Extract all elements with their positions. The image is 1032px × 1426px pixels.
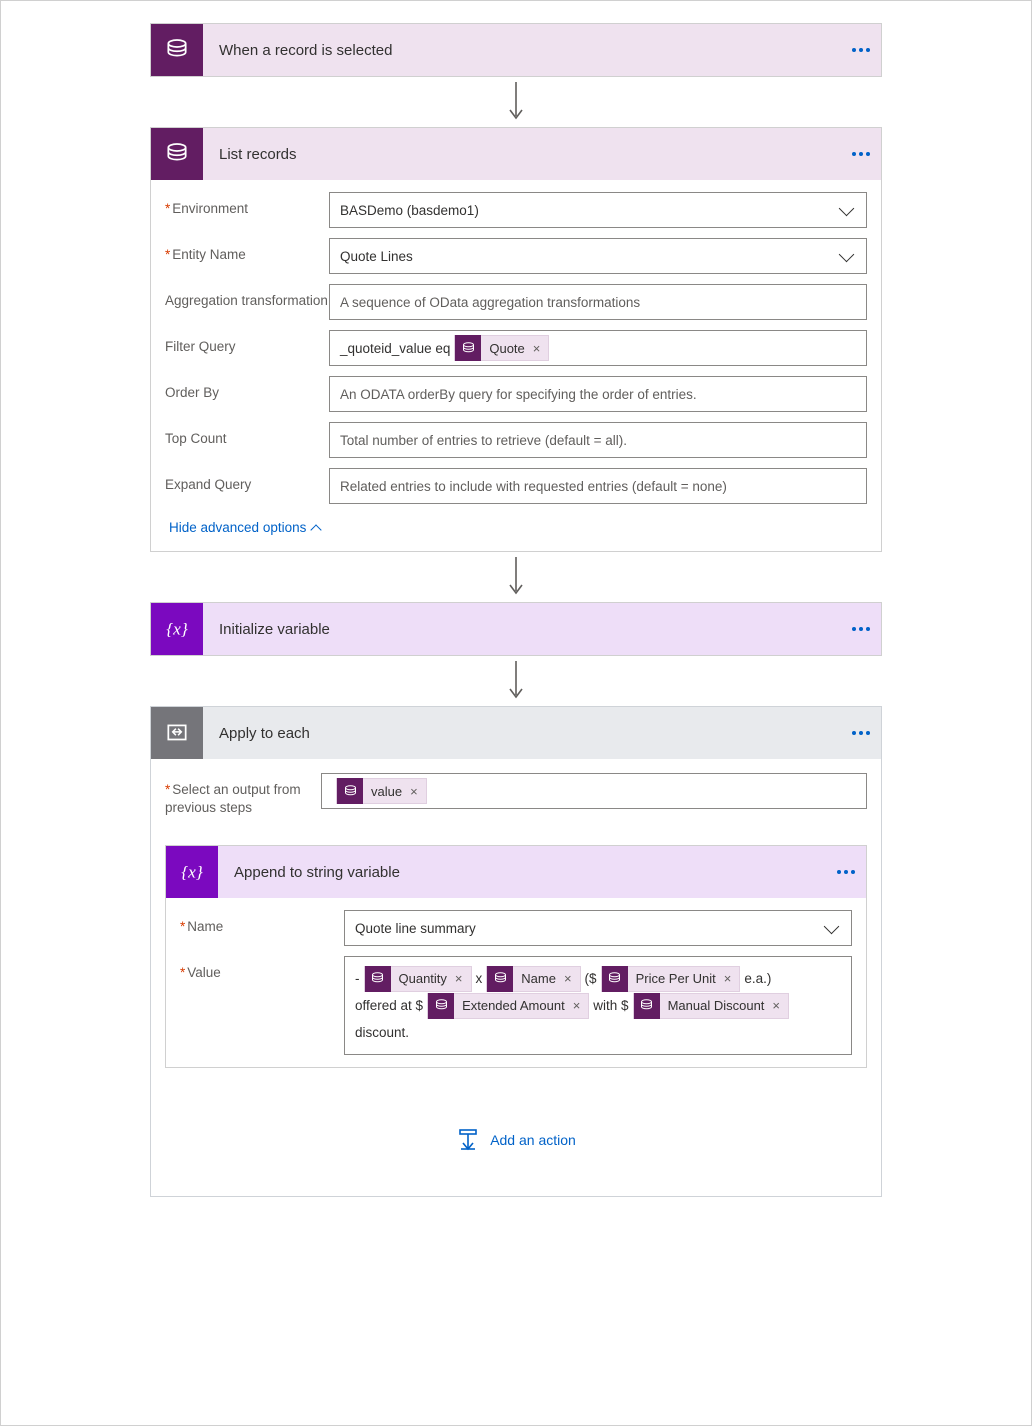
list-records-body: Environment BASDemo (basdemo1) Entity Na…	[151, 180, 881, 551]
add-action-button[interactable]: Add an action	[165, 1128, 867, 1152]
database-icon	[602, 966, 628, 992]
filter-query-input[interactable]: _quoteid_value eq Quote ×	[329, 330, 867, 366]
loop-icon	[151, 707, 203, 759]
environment-label: Environment	[165, 192, 329, 218]
extended-amount-token[interactable]: Extended Amount ×	[427, 993, 589, 1019]
initialize-variable-step[interactable]: Initialize variable	[150, 602, 882, 656]
append-string-menu[interactable]	[826, 870, 866, 874]
apply-to-each-menu[interactable]	[841, 731, 881, 735]
price-per-unit-token[interactable]: Price Per Unit ×	[601, 966, 741, 992]
entity-name-select[interactable]: Quote Lines	[329, 238, 867, 274]
list-records-header[interactable]: List records	[151, 128, 881, 180]
remove-token[interactable]: ×	[408, 784, 426, 799]
database-icon	[365, 966, 391, 992]
aggregation-label: Aggregation transformation	[165, 284, 329, 310]
database-icon	[337, 778, 363, 804]
variable-value-input[interactable]: - Quantity × x Name	[344, 956, 852, 1055]
connector-arrow	[506, 552, 526, 602]
manual-discount-token[interactable]: Manual Discount ×	[633, 993, 789, 1019]
database-icon	[634, 993, 660, 1019]
order-by-label: Order By	[165, 376, 329, 402]
remove-token[interactable]: ×	[453, 966, 471, 992]
trigger-menu[interactable]	[841, 48, 881, 52]
value-token[interactable]: value ×	[336, 778, 427, 804]
apply-to-each-header[interactable]: Apply to each	[151, 707, 881, 759]
variable-name-select[interactable]: Quote line summary	[344, 910, 852, 946]
aggregation-input[interactable]: A sequence of OData aggregation transfor…	[329, 284, 867, 320]
trigger-title: When a record is selected	[203, 42, 841, 59]
append-string-title: Append to string variable	[218, 864, 826, 881]
append-string-header[interactable]: Append to string variable	[166, 846, 866, 898]
initialize-variable-header[interactable]: Initialize variable	[151, 603, 881, 655]
filter-query-label: Filter Query	[165, 330, 329, 356]
remove-token[interactable]: ×	[722, 966, 740, 992]
connector-arrow	[506, 77, 526, 127]
apply-to-each-step: Apply to each Select an output from prev…	[150, 706, 882, 1197]
list-records-menu[interactable]	[841, 152, 881, 156]
database-icon	[455, 335, 481, 361]
filter-query-text: _quoteid_value eq	[340, 341, 450, 356]
name-token[interactable]: Name ×	[486, 966, 580, 992]
database-icon	[151, 24, 203, 76]
trigger-header[interactable]: When a record is selected	[151, 24, 881, 76]
remove-token[interactable]: ×	[562, 966, 580, 992]
variable-icon	[166, 846, 218, 898]
select-output-label: Select an output from previous steps	[165, 773, 321, 817]
environment-select[interactable]: BASDemo (basdemo1)	[329, 192, 867, 228]
append-string-body: Name Quote line summary Value - Quantity…	[166, 898, 866, 1067]
chevron-up-icon	[311, 524, 322, 535]
remove-token[interactable]: ×	[531, 341, 549, 356]
quote-token[interactable]: Quote ×	[454, 335, 549, 361]
append-string-step: Append to string variable Name Quote lin…	[165, 845, 867, 1068]
variable-name-label: Name	[180, 910, 344, 936]
entity-name-label: Entity Name	[165, 238, 329, 264]
connector-arrow	[506, 656, 526, 706]
database-icon	[428, 993, 454, 1019]
list-records-title: List records	[203, 146, 841, 163]
list-records-step: List records Environment BASDemo (basdem…	[150, 127, 882, 552]
apply-to-each-title: Apply to each	[203, 725, 841, 742]
remove-token[interactable]: ×	[571, 993, 589, 1019]
initialize-variable-menu[interactable]	[841, 627, 881, 631]
top-count-label: Top Count	[165, 422, 329, 448]
order-by-input[interactable]: An ODATA orderBy query for specifying th…	[329, 376, 867, 412]
apply-to-each-body: Select an output from previous steps val…	[151, 759, 881, 1196]
database-icon	[151, 128, 203, 180]
flow-container: When a record is selected List records E…	[1, 23, 1031, 1197]
flow-canvas: When a record is selected List records E…	[0, 0, 1032, 1426]
remove-token[interactable]: ×	[770, 993, 788, 1019]
database-icon	[487, 966, 513, 992]
trigger-step[interactable]: When a record is selected	[150, 23, 882, 77]
hide-advanced-link[interactable]: Hide advanced options	[165, 514, 324, 539]
quantity-token[interactable]: Quantity ×	[364, 966, 472, 992]
initialize-variable-title: Initialize variable	[203, 621, 841, 638]
expand-query-label: Expand Query	[165, 468, 329, 494]
variable-value-label: Value	[180, 956, 344, 982]
select-output-input[interactable]: value ×	[321, 773, 867, 809]
variable-icon	[151, 603, 203, 655]
add-action-icon	[456, 1128, 480, 1152]
expand-query-input[interactable]: Related entries to include with requeste…	[329, 468, 867, 504]
top-count-input[interactable]: Total number of entries to retrieve (def…	[329, 422, 867, 458]
